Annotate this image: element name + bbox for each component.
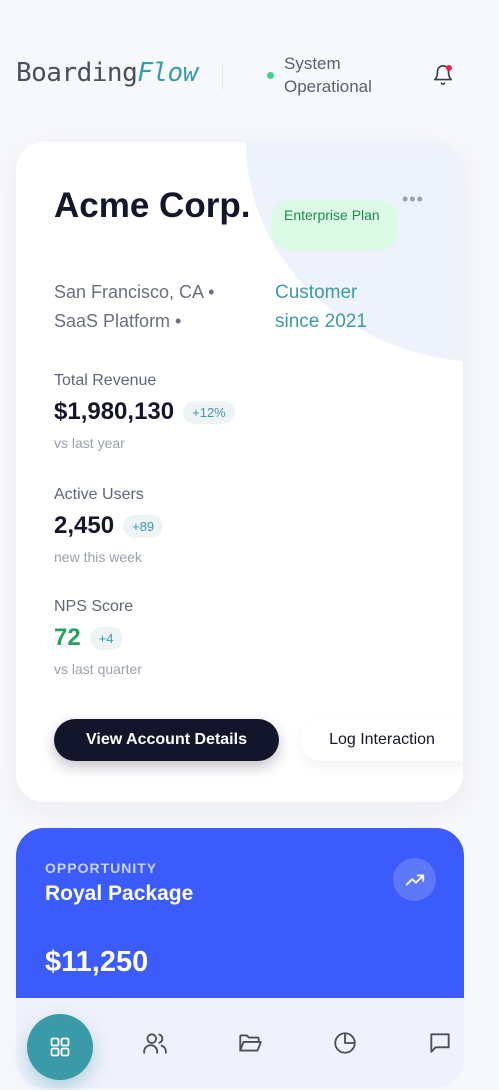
- metric-delta-badge: +4: [89, 626, 123, 650]
- grid-icon: [50, 1037, 70, 1057]
- nav-dashboard[interactable]: [27, 1014, 93, 1080]
- nav-analytics[interactable]: [330, 1028, 360, 1058]
- logo-text: Boarding: [16, 58, 138, 88]
- nav-files[interactable]: [235, 1028, 265, 1058]
- metric-label: Total Revenue: [54, 372, 157, 389]
- metric-delta-badge: +89: [123, 514, 164, 538]
- metric-value: 72: [54, 624, 81, 651]
- message-icon: [430, 1033, 450, 1053]
- account-card: ••• Acme Corp. Enterprise Plan San Franc…: [16, 142, 463, 802]
- trending-up-icon: [405, 874, 424, 885]
- status-dot-icon: [267, 71, 274, 79]
- app-logo[interactable]: BoardingFlow: [16, 58, 198, 88]
- folder-icon: [239, 1034, 262, 1052]
- trending-up-button[interactable]: [393, 858, 436, 901]
- log-interaction-button[interactable]: Log Interaction: [301, 719, 463, 761]
- company-name: Acme Corp.: [54, 186, 251, 225]
- pie-chart-icon: [334, 1032, 356, 1054]
- status-text: System Operational: [284, 54, 372, 96]
- metric-total-revenue: Total Revenue $1,980,130 +12% vs last ye…: [54, 372, 434, 451]
- metric-value: $1,980,130: [54, 398, 175, 425]
- opportunity-title: Royal Package: [45, 882, 194, 905]
- nav-users[interactable]: [140, 1028, 170, 1058]
- metric-subtext: new this week: [54, 549, 142, 565]
- system-status: System Operational: [256, 50, 406, 100]
- metric-label: Active Users: [54, 486, 144, 503]
- metric-subtext: vs last quarter: [54, 661, 142, 677]
- metric-delta-badge: +12%: [183, 400, 235, 424]
- metric-nps-score: NPS Score 72 +4 vs last quarter: [54, 598, 434, 677]
- opportunity-value: $11,250: [45, 946, 149, 978]
- users-icon: [143, 1033, 167, 1054]
- app-header: BoardingFlow System Operational: [0, 0, 499, 140]
- view-account-details-button[interactable]: View Account Details: [54, 719, 279, 761]
- header-divider: [222, 64, 223, 90]
- opportunity-label: OPPORTUNITY: [45, 860, 158, 876]
- plan-badge: Enterprise Plan: [271, 200, 398, 250]
- bottom-nav: [0, 998, 499, 1090]
- logo-accent-text: Flow: [137, 58, 198, 88]
- metric-active-users: Active Users 2,450 +89 new this week: [54, 486, 434, 565]
- metric-label: NPS Score: [54, 598, 134, 615]
- nav-messages[interactable]: [425, 1028, 455, 1058]
- notifications-button[interactable]: [432, 64, 454, 86]
- metric-subtext: vs last year: [54, 435, 125, 451]
- metric-value: 2,450: [54, 512, 115, 539]
- company-location: San Francisco, CA • SaaS Platform •: [54, 282, 215, 331]
- customer-since: Customer since 2021: [275, 282, 367, 332]
- more-options-icon[interactable]: •••: [402, 190, 424, 208]
- notification-badge-dot: [446, 65, 452, 71]
